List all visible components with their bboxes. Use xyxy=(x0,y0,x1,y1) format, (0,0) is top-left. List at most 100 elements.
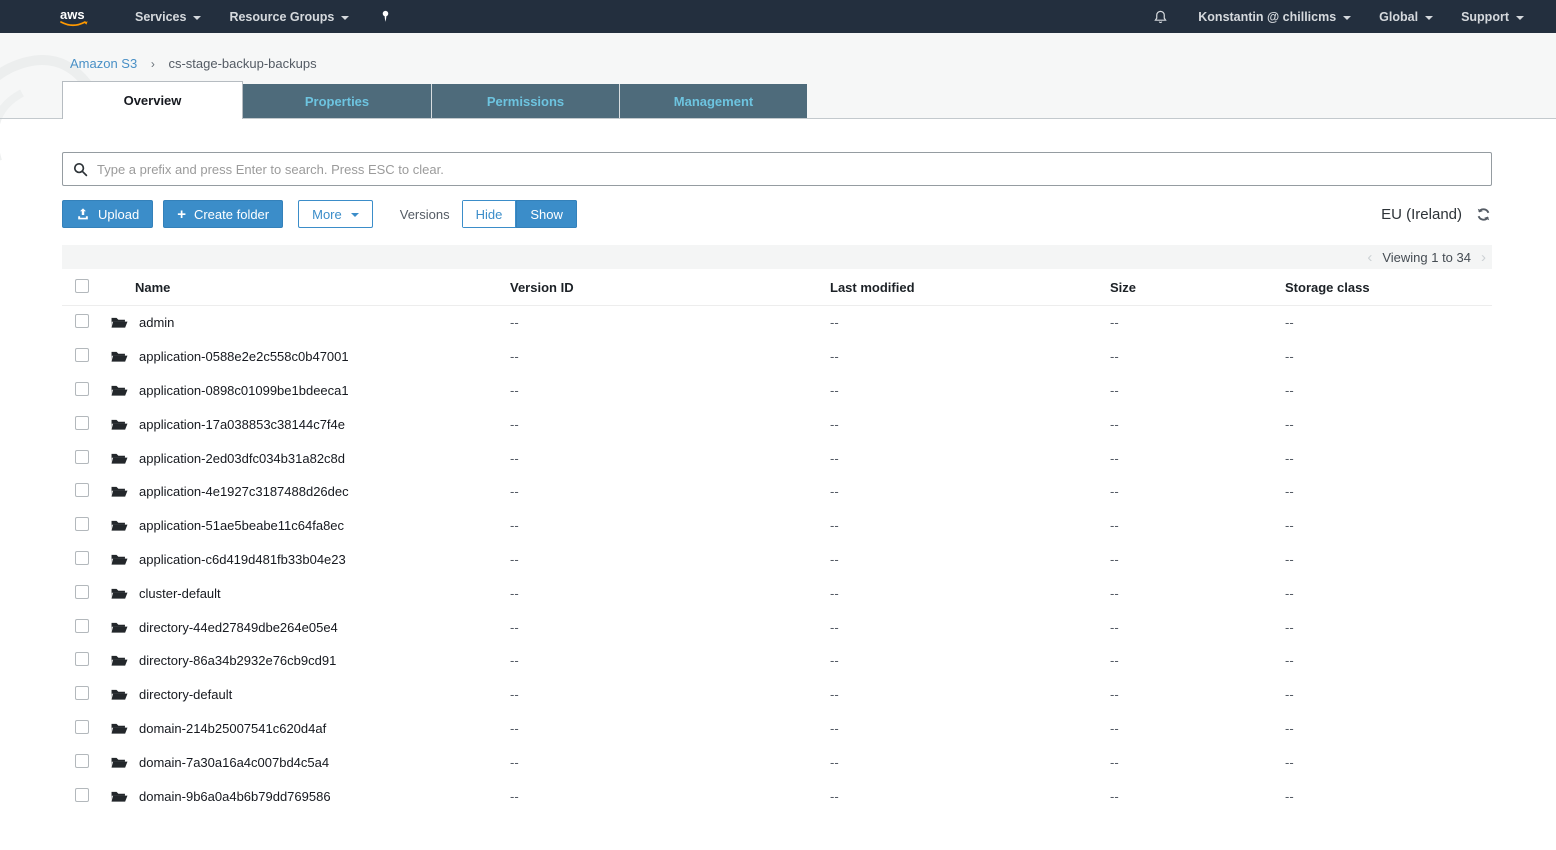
nav-services-label: Services xyxy=(135,9,187,24)
row-checkbox[interactable] xyxy=(75,381,89,396)
prefix-search-box xyxy=(62,152,1492,186)
row-checkbox[interactable] xyxy=(75,686,89,701)
row-checkbox[interactable] xyxy=(75,652,89,667)
object-name-link[interactable]: application-0588e2e2c558c0b47001 xyxy=(139,349,349,364)
overview-tab-content: Upload + Create folder More Versions Hid… xyxy=(0,152,1556,813)
select-all-checkbox[interactable] xyxy=(75,278,89,293)
table-row: domain-7a30a16a4c007bd4c5a4 -- -- -- -- xyxy=(62,745,1492,780)
row-checkbox[interactable] xyxy=(75,550,89,565)
nav-region-menu[interactable]: Global xyxy=(1365,0,1447,33)
version-id-value: -- xyxy=(510,720,519,736)
folder-icon xyxy=(111,723,128,734)
tab-management[interactable]: Management xyxy=(619,84,807,118)
more-actions-button[interactable]: More xyxy=(298,200,373,228)
version-id-value: -- xyxy=(510,788,519,804)
row-checkbox[interactable] xyxy=(75,415,89,430)
object-name-link[interactable]: application-4e1927c3187488d26dec xyxy=(139,484,349,499)
tab-properties[interactable]: Properties xyxy=(243,84,431,118)
chevron-down-icon xyxy=(1516,15,1524,20)
row-checkbox[interactable] xyxy=(75,348,89,363)
create-folder-button-label: Create folder xyxy=(193,206,270,222)
nav-pin-shortcut-button[interactable] xyxy=(363,0,408,33)
nav-services-menu[interactable]: Services xyxy=(121,0,215,33)
last-modified-value: -- xyxy=(830,788,839,804)
object-name-link[interactable]: domain-214b25007541c620d4af xyxy=(139,721,326,736)
table-row: application-c6d419d481fb33b04e23 -- -- -- -- xyxy=(62,542,1492,577)
row-checkbox[interactable] xyxy=(75,719,89,734)
previous-page-icon[interactable]: ‹ xyxy=(1367,250,1372,265)
storage-class-value: -- xyxy=(1285,382,1294,398)
storage-class-value: -- xyxy=(1285,315,1294,331)
more-button-label: More xyxy=(312,206,342,222)
folder-icon xyxy=(111,689,128,700)
row-checkbox[interactable] xyxy=(75,517,89,532)
object-name-link[interactable]: directory-86a34b2932e76cb9cd91 xyxy=(139,653,336,668)
folder-icon xyxy=(111,318,128,329)
versions-show-button[interactable]: Show xyxy=(516,200,577,228)
folder-icon xyxy=(111,588,128,599)
object-name-link[interactable]: directory-default xyxy=(139,687,232,702)
version-id-value: -- xyxy=(510,551,519,567)
object-name-link[interactable]: application-0898c01099be1bdeeca1 xyxy=(139,383,349,398)
row-checkbox[interactable] xyxy=(75,584,89,599)
column-header-name[interactable]: Name xyxy=(110,280,510,295)
column-header-version-id[interactable]: Version ID xyxy=(510,280,830,295)
region-indicator: EU (Ireland) xyxy=(1381,205,1462,223)
prefix-search-input[interactable] xyxy=(97,161,1481,177)
nav-support-menu[interactable]: Support xyxy=(1447,0,1538,33)
object-name-link[interactable]: application-51ae5beabe11c64fa8ec xyxy=(139,518,344,533)
storage-class-value: -- xyxy=(1285,720,1294,736)
folder-icon xyxy=(111,419,128,430)
objects-table: Name Version ID Last modified Size Stora… xyxy=(62,269,1492,813)
object-name-link[interactable]: application-2ed03dfc034b31a82c8d xyxy=(139,451,345,466)
notifications-bell-button[interactable] xyxy=(1137,0,1184,33)
create-folder-button[interactable]: + Create folder xyxy=(163,200,284,228)
tab-permissions[interactable]: Permissions xyxy=(431,84,619,118)
pushpin-icon xyxy=(383,10,389,22)
next-page-icon[interactable]: › xyxy=(1481,250,1486,265)
upload-button[interactable]: Upload xyxy=(62,200,154,228)
nav-account-menu[interactable]: Konstantin @ chillicms xyxy=(1184,0,1365,33)
folder-icon xyxy=(111,352,128,362)
aws-logo[interactable]: aws xyxy=(57,6,93,28)
row-checkbox[interactable] xyxy=(75,753,89,768)
folder-icon xyxy=(111,487,128,498)
tab-overview[interactable]: Overview xyxy=(62,81,243,119)
object-name-link[interactable]: admin xyxy=(139,315,174,330)
version-id-value: -- xyxy=(510,518,519,534)
object-name-link[interactable]: directory-44ed27849dbe264e05e4 xyxy=(139,620,338,635)
row-checkbox[interactable] xyxy=(75,483,89,498)
versions-toggle: Hide Show xyxy=(461,200,577,228)
object-name-link[interactable]: application-c6d419d481fb33b04e23 xyxy=(139,552,346,567)
row-checkbox[interactable] xyxy=(75,618,89,633)
row-checkbox[interactable] xyxy=(75,787,89,802)
size-value: -- xyxy=(1110,754,1119,770)
object-name-link[interactable]: application-17a038853c38144c7f4e xyxy=(139,417,345,432)
row-checkbox[interactable] xyxy=(75,314,89,329)
aws-logo-icon: aws xyxy=(60,7,88,26)
column-header-last-modified[interactable]: Last modified xyxy=(830,280,1110,295)
refresh-button[interactable] xyxy=(1475,206,1492,223)
row-checkbox[interactable] xyxy=(75,449,89,464)
breadcrumb: Amazon S3 › cs-stage-backup-backups xyxy=(0,33,1556,81)
table-row: directory-44ed27849dbe264e05e4 -- -- -- -- xyxy=(62,610,1492,644)
object-name-link[interactable]: domain-7a30a16a4c007bd4c5a4 xyxy=(139,755,329,770)
actions-toolbar: Upload + Create folder More Versions Hid… xyxy=(62,200,1492,228)
last-modified-value: -- xyxy=(830,720,839,736)
column-header-storage-class[interactable]: Storage class xyxy=(1285,280,1492,295)
size-value: -- xyxy=(1110,416,1119,432)
breadcrumb-s3-link[interactable]: Amazon S3 xyxy=(70,56,137,71)
table-row: application-51ae5beabe11c64fa8ec -- -- -- -- xyxy=(62,508,1492,543)
object-name-link[interactable]: cluster-default xyxy=(139,586,221,601)
nav-resource-groups-menu[interactable]: Resource Groups xyxy=(215,0,363,33)
version-id-value: -- xyxy=(510,484,519,500)
nav-support-label: Support xyxy=(1461,9,1509,24)
table-row: directory-86a34b2932e76cb9cd91 -- -- -- -- xyxy=(62,643,1492,678)
versions-label: Versions xyxy=(399,206,450,222)
table-row: domain-214b25007541c620d4af -- -- -- -- xyxy=(62,711,1492,746)
object-name-link[interactable]: domain-9b6a0a4b6b79dd769586 xyxy=(139,789,331,804)
folder-icon xyxy=(111,453,128,464)
versions-hide-button[interactable]: Hide xyxy=(461,200,517,228)
size-value: -- xyxy=(1110,619,1119,635)
column-header-size[interactable]: Size xyxy=(1110,280,1285,295)
